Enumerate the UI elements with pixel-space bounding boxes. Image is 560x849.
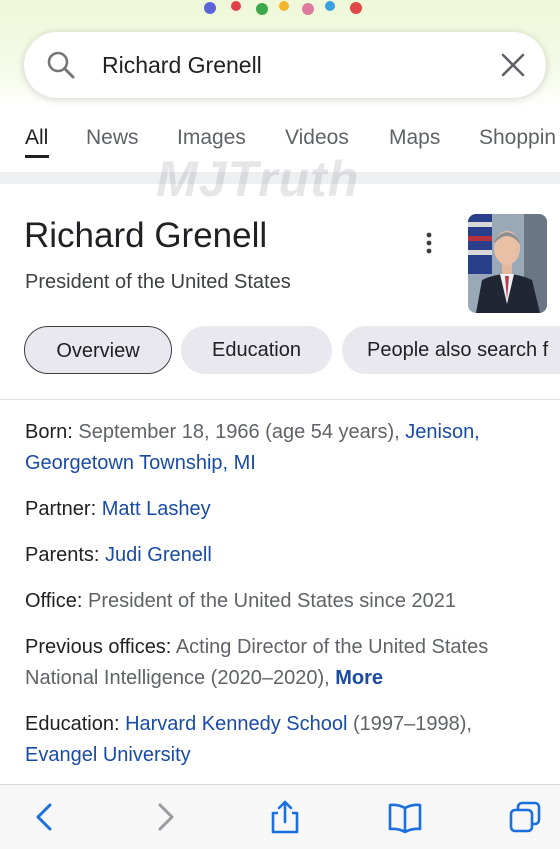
parents-link[interactable]: Judi Grenell	[105, 544, 212, 566]
fact-label: Born:	[25, 421, 73, 443]
more-options-icon[interactable]	[423, 232, 435, 254]
fact-label: Partner:	[25, 498, 97, 520]
bookmarks-icon[interactable]	[388, 799, 422, 835]
tabs-icon[interactable]	[508, 799, 542, 835]
fact-previous-offices: Previous offices: Acting Director of the…	[25, 632, 540, 694]
education-link-evangel[interactable]: Evangel University	[25, 744, 191, 766]
tab-news[interactable]: News	[86, 126, 139, 150]
search-icon	[47, 51, 75, 79]
close-icon[interactable]	[500, 52, 526, 78]
fact-label: Office:	[25, 590, 83, 612]
knowledge-panel-subtitle: President of the United States	[25, 271, 291, 293]
tab-all[interactable]: All	[25, 126, 48, 150]
chip-overview[interactable]: Overview	[24, 326, 172, 374]
fact-born: Born: September 18, 1966 (age 54 years),…	[25, 417, 540, 479]
profile-photo[interactable]	[468, 214, 547, 313]
fact-value: (1997–1998),	[347, 713, 472, 735]
fact-education: Education: Harvard Kennedy School (1997–…	[25, 709, 540, 771]
fact-label: Previous offices:	[25, 636, 172, 658]
more-link[interactable]: More	[335, 667, 383, 689]
knowledge-panel-title: Richard Grenell	[24, 216, 268, 255]
partner-link[interactable]: Matt Lashey	[102, 498, 211, 520]
tab-images[interactable]: Images	[177, 126, 246, 150]
search-bar[interactable]: Richard Grenell	[24, 32, 546, 98]
education-link-harvard[interactable]: Harvard Kennedy School	[125, 713, 347, 735]
fact-value: September 18, 1966 (age 54 years),	[72, 421, 400, 443]
chips-divider	[0, 399, 560, 400]
fact-partner: Partner: Matt Lashey	[25, 494, 540, 525]
chip-education[interactable]: Education	[181, 326, 332, 374]
search-input[interactable]: Richard Grenell	[102, 52, 262, 79]
fact-parents: Parents: Judi Grenell	[25, 540, 540, 571]
browser-toolbar	[0, 784, 560, 849]
share-icon[interactable]	[268, 799, 302, 835]
chip-people-also-search[interactable]: People also search f	[342, 326, 560, 374]
fact-label: Education:	[25, 713, 120, 735]
top-area: Richard Grenell	[0, 0, 560, 108]
active-tab-indicator	[25, 155, 49, 158]
fact-label: Parents:	[25, 544, 100, 566]
fact-office: Office: President of the United States s…	[25, 586, 540, 617]
forward-arrow-icon[interactable]	[148, 799, 182, 835]
tab-maps[interactable]: Maps	[389, 126, 440, 150]
watermark: MJTruth	[156, 151, 360, 207]
tab-videos[interactable]: Videos	[285, 126, 349, 150]
back-arrow-icon[interactable]	[28, 799, 62, 835]
tab-shopping[interactable]: Shoppin	[479, 126, 556, 150]
doodle-decoration[interactable]	[196, 0, 372, 20]
fact-value: President of the United States since 202…	[82, 590, 457, 612]
